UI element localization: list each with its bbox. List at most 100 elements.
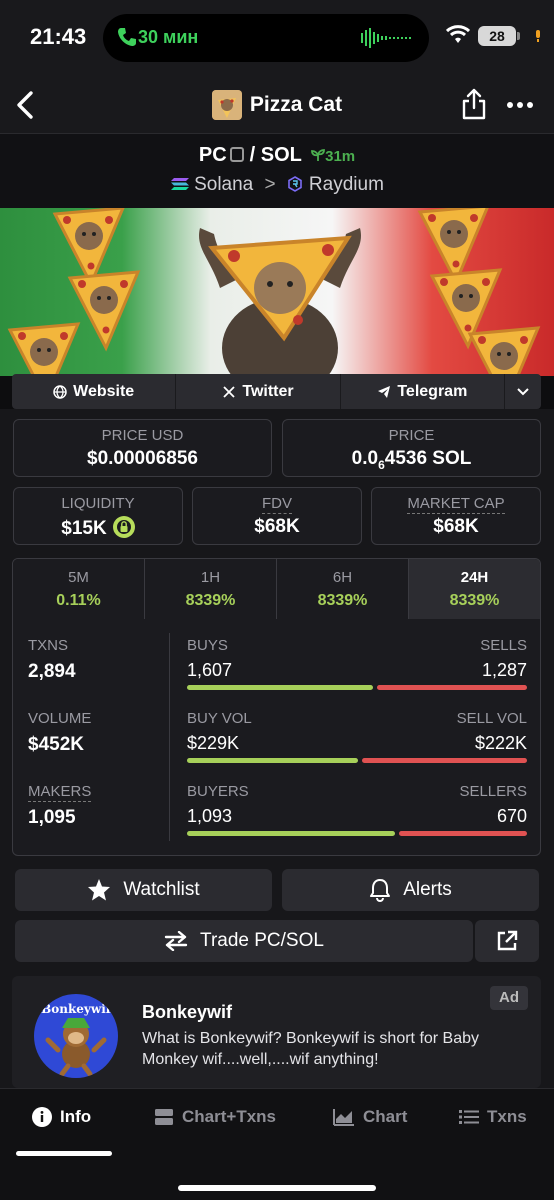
external-link-icon bbox=[497, 930, 518, 951]
sell-vol-bar bbox=[362, 758, 527, 763]
lock-icon[interactable] bbox=[112, 516, 135, 538]
dynamic-island[interactable]: 30 мин bbox=[103, 14, 429, 62]
call-duration: 30 мин bbox=[138, 27, 199, 47]
buy-vol-value: $229K bbox=[187, 733, 240, 753]
timeframe-24h[interactable]: 24H 8339% bbox=[409, 559, 540, 619]
telegram-label: Telegram bbox=[397, 382, 468, 400]
pair-separator: / bbox=[249, 144, 256, 166]
tab-chart[interactable]: Chart bbox=[333, 1107, 407, 1127]
liquidity-value-row: $15K bbox=[14, 516, 182, 540]
mic-indicator-icon bbox=[536, 30, 540, 42]
volume-label: VOLUME bbox=[28, 710, 92, 727]
timeframe-change: 8339% bbox=[185, 592, 236, 609]
list-icon bbox=[459, 1110, 479, 1124]
market-cap-value: $68K bbox=[433, 516, 479, 537]
wifi-icon bbox=[446, 25, 470, 43]
pair-base: PC bbox=[198, 144, 227, 166]
fdv-box: FDV $68K bbox=[192, 487, 362, 545]
ad-logo: Bonkeywif bbox=[34, 994, 118, 1078]
share-icon[interactable] bbox=[460, 88, 488, 120]
sellers-value: 670 bbox=[496, 806, 527, 826]
tab-txns[interactable]: Txns bbox=[459, 1107, 527, 1127]
dex-name[interactable]: Raydium bbox=[309, 174, 384, 195]
telegram-link[interactable]: Telegram bbox=[341, 374, 505, 409]
price-usd-box: PRICE USD $0.00006856 bbox=[13, 419, 272, 477]
price-sol-prefix: 0.0 bbox=[351, 448, 379, 469]
buys-bar bbox=[187, 685, 373, 690]
tab-chart-txns[interactable]: Chart+Txns bbox=[154, 1107, 276, 1127]
top-nav: Pizza Cat bbox=[0, 76, 554, 134]
timeframe-change: 8339% bbox=[449, 592, 500, 609]
stats-divider bbox=[169, 633, 170, 841]
sellers-bar bbox=[399, 831, 527, 836]
buys-label: BUYS bbox=[187, 637, 228, 654]
x-twitter-icon bbox=[223, 385, 235, 398]
fdv-value: $68K bbox=[254, 516, 300, 537]
price-sol-zero-count: 6 bbox=[378, 457, 385, 472]
tab-info-label: Info bbox=[60, 1107, 92, 1126]
trade-button[interactable]: Trade PC/SOL bbox=[15, 920, 473, 962]
alerts-label: Alerts bbox=[403, 879, 452, 900]
split-view-icon bbox=[155, 1109, 173, 1125]
buys-value: 1,607 bbox=[187, 660, 233, 680]
token-banner-image bbox=[0, 208, 554, 376]
tab-txns-label: Txns bbox=[487, 1107, 527, 1126]
market-cap-box: MARKET CAP $68K bbox=[371, 487, 541, 545]
timeframe-1h[interactable]: 1H 8339% bbox=[145, 559, 277, 619]
raydium-icon bbox=[288, 176, 302, 192]
star-icon bbox=[88, 879, 111, 901]
sponsored-ad[interactable]: Bonkeywif Bonkeywif What is Bonkeywif? B… bbox=[12, 976, 541, 1088]
trading-stats: TXNS 2,894 VOLUME $452K MAKERS 1,095 BUY… bbox=[12, 619, 541, 856]
active-tab-indicator bbox=[16, 1151, 112, 1156]
txns-label: TXNS bbox=[28, 637, 69, 654]
alerts-button[interactable]: Alerts bbox=[282, 869, 539, 911]
twitter-label: Twitter bbox=[242, 382, 294, 400]
website-link[interactable]: Website bbox=[12, 374, 177, 409]
txns-value: 2,894 bbox=[28, 661, 76, 682]
globe-icon bbox=[53, 384, 67, 399]
more-links-dropdown[interactable] bbox=[505, 374, 541, 409]
social-links-bar: Website Twitter Telegram bbox=[12, 374, 541, 409]
copy-icon[interactable] bbox=[229, 147, 244, 162]
bottom-tab-bar: Info Chart+Txns Chart Txns bbox=[0, 1088, 554, 1200]
pizza-cat-illustration bbox=[8, 208, 540, 376]
status-bar: 21:43 30 мин 28 bbox=[0, 0, 554, 76]
timeframe-6h[interactable]: 6H 8339% bbox=[277, 559, 409, 619]
buy-vol-label: BUY VOL bbox=[187, 710, 252, 727]
sells-value: 1,287 bbox=[481, 660, 527, 680]
liquidity-label: LIQUIDITY bbox=[61, 495, 135, 512]
pair-header: PC / SOL 31m Solana > Raydium bbox=[0, 134, 554, 208]
tab-info[interactable]: Info bbox=[32, 1107, 91, 1127]
battery-indicator: 28 bbox=[478, 26, 516, 46]
sells-label: SELLS bbox=[480, 637, 527, 654]
telegram-icon bbox=[378, 385, 391, 398]
buyers-label: BUYERS bbox=[187, 783, 249, 800]
sellers-label: SELLERS bbox=[459, 783, 527, 800]
pair-name: PC / SOL 31m bbox=[0, 144, 554, 167]
timeframe-tabs: 5M 0.11% 1H 8339% 6H 8339% 24H 8339% bbox=[12, 558, 541, 620]
timeframe-key: 6H bbox=[332, 569, 353, 586]
external-trade-button[interactable] bbox=[475, 920, 539, 962]
chain-name[interactable]: Solana bbox=[194, 174, 253, 195]
fdv-label[interactable]: FDV bbox=[262, 495, 292, 514]
timeframe-key: 5M bbox=[68, 569, 89, 586]
twitter-link[interactable]: Twitter bbox=[176, 374, 341, 409]
buyers-bar bbox=[187, 831, 395, 836]
makers-label[interactable]: MAKERS bbox=[28, 783, 92, 802]
status-time: 21:43 bbox=[30, 24, 87, 49]
pair-chain-dex: Solana > Raydium bbox=[0, 174, 554, 196]
website-label: Website bbox=[73, 382, 135, 400]
swap-arrows-icon bbox=[164, 931, 188, 951]
market-cap-label-wrap: MARKET CAP bbox=[372, 495, 540, 514]
market-cap-label[interactable]: MARKET CAP bbox=[407, 495, 505, 514]
watchlist-button[interactable]: Watchlist bbox=[15, 869, 272, 911]
timeframe-change: 0.11% bbox=[56, 592, 101, 609]
timeframe-5m[interactable]: 5M 0.11% bbox=[13, 559, 145, 619]
more-options-icon[interactable] bbox=[506, 100, 534, 110]
tab-chart-label: Chart bbox=[363, 1107, 408, 1126]
timeframe-change: 8339% bbox=[317, 592, 368, 609]
info-icon bbox=[32, 1107, 52, 1127]
makers-label-wrap: MAKERS bbox=[28, 783, 92, 802]
buy-vol-bar bbox=[187, 758, 358, 763]
bell-icon bbox=[370, 879, 391, 902]
